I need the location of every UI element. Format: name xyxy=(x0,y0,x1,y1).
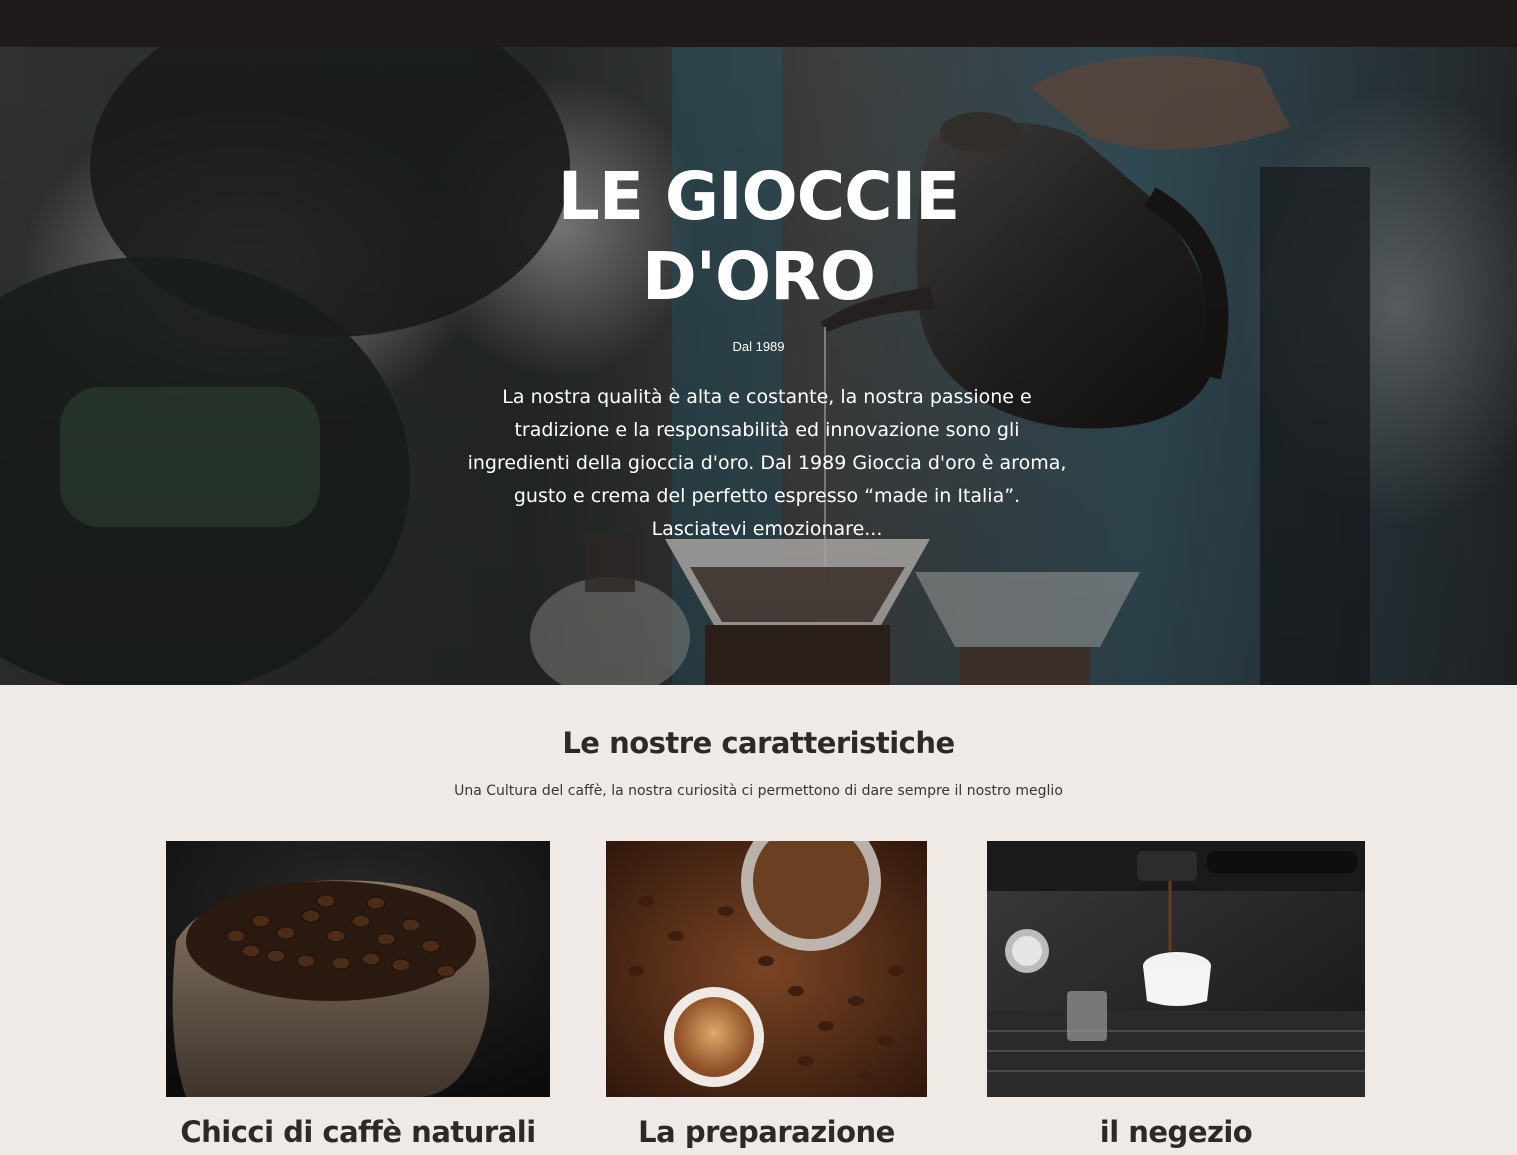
feature-card-title: Chicci di caffè naturali xyxy=(180,1115,536,1149)
hero-title-line-2: D'ORO xyxy=(641,238,876,315)
hero-description: La nostra qualità è alta e costante, la … xyxy=(467,386,1067,540)
features-title: Le nostre caratteristiche xyxy=(562,726,955,760)
coffee-beans-sack-image xyxy=(166,841,550,1101)
espresso-machine-image xyxy=(987,841,1365,1101)
top-navigation-bar xyxy=(0,0,1517,47)
hero-since-label: Dal 1989 xyxy=(732,339,785,354)
ground-coffee-and-espresso-image xyxy=(606,841,927,1101)
hero-title-line-1: LE GIOCCIE xyxy=(557,158,960,235)
hero-title: LE GIOCCIE D'ORO xyxy=(0,157,1517,317)
feature-card-title: La preparazione xyxy=(638,1115,895,1149)
feature-card-title: il negezio xyxy=(1099,1115,1253,1149)
hero-section: LE GIOCCIE D'ORO Dal 1989 La nostra qual… xyxy=(0,47,1517,685)
features-subtitle: Una Cultura del caffè, la nostra curiosi… xyxy=(454,783,1063,799)
